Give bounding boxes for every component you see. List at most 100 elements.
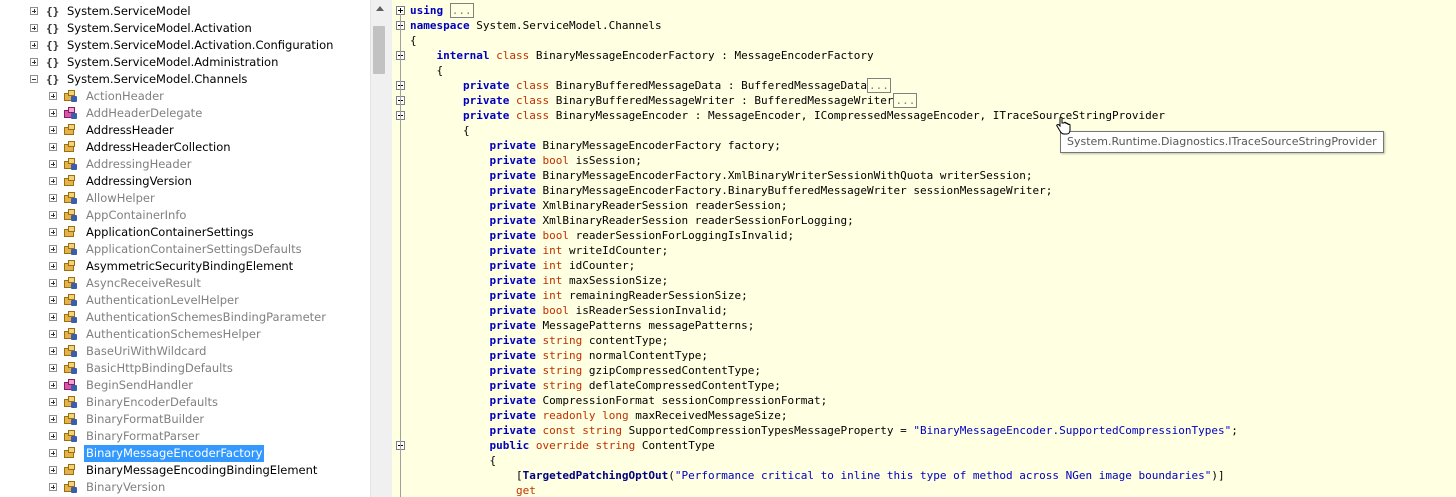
code-line[interactable]: private int idCounter; xyxy=(410,258,635,273)
expand-icon[interactable] xyxy=(49,194,57,202)
tree-namespace-item[interactable]: {} System.ServiceModel.Administration xyxy=(0,54,370,71)
code-line[interactable]: private bool readerSessionForLoggingIsIn… xyxy=(410,228,794,243)
expand-icon[interactable] xyxy=(30,58,38,66)
tree-class-item[interactable]: AppContainerInfo xyxy=(0,207,370,224)
code-line[interactable]: private const string SupportedCompressio… xyxy=(410,423,1237,438)
expand-icon[interactable] xyxy=(49,483,57,491)
expand-icon[interactable] xyxy=(49,211,57,219)
expand-icon[interactable] xyxy=(49,143,57,151)
expand-icon[interactable] xyxy=(30,41,38,49)
tree-class-item[interactable]: AuthenticationSchemesHelper xyxy=(0,326,370,343)
code-line[interactable]: private BinaryMessageEncoderFactory fact… xyxy=(410,138,780,153)
code-line[interactable]: private XmlBinaryReaderSession readerSes… xyxy=(410,198,787,213)
tree-namespace-item[interactable]: {} System.ServiceModel.Activation.Configu… xyxy=(0,37,370,54)
code-line[interactable]: private int remainingReaderSessionSize; xyxy=(410,288,747,303)
tree-class-item[interactable]: ApplicationContainerSettingsDefaults xyxy=(0,241,370,258)
tree-class-item[interactable]: BaseUriWithWildcard xyxy=(0,343,370,360)
code-line[interactable]: private readonly long maxReceivedMessage… xyxy=(410,408,787,423)
expand-icon[interactable] xyxy=(49,466,57,474)
expand-icon[interactable] xyxy=(49,245,57,253)
expand-icon[interactable] xyxy=(49,228,57,236)
scroll-thumb[interactable] xyxy=(373,26,385,74)
tree-class-item[interactable]: ActionHeader xyxy=(0,88,370,105)
expand-icon[interactable] xyxy=(49,92,57,100)
tree-class-item[interactable]: BeginSendHandler xyxy=(0,377,370,394)
expand-icon[interactable] xyxy=(49,279,57,287)
code-line[interactable]: get xyxy=(410,483,536,497)
expand-icon[interactable] xyxy=(49,126,57,134)
namespace-icon: {} xyxy=(46,5,60,18)
tree-vertical-scrollbar[interactable] xyxy=(370,0,388,497)
tree-class-item[interactable]: AuthenticationSchemesBindingParameter xyxy=(0,309,370,326)
expand-icon[interactable] xyxy=(49,398,57,406)
code-line[interactable]: internal class BinaryMessageEncoderFacto… xyxy=(410,48,874,63)
expand-icon[interactable] xyxy=(49,381,57,389)
expand-icon[interactable] xyxy=(49,177,57,185)
tree-class-item[interactable]: ApplicationContainerSettings xyxy=(0,224,370,241)
code-line[interactable]: private BinaryMessageEncoderFactory.XmlB… xyxy=(410,168,1032,183)
tree-class-item[interactable]: AddressHeader xyxy=(0,122,370,139)
expand-icon[interactable] xyxy=(49,415,57,423)
code-line[interactable]: private int writeIdCounter; xyxy=(410,243,668,258)
expand-icon[interactable] xyxy=(49,296,57,304)
code-line[interactable]: private class BinaryMessageEncoder : Mes… xyxy=(410,108,1165,123)
tree-class-item[interactable]: AuthenticationLevelHelper xyxy=(0,292,370,309)
tree-namespace-item[interactable]: {} System.ServiceModel.Activation xyxy=(0,20,370,37)
code-line[interactable]: private class BinaryBufferedMessageData … xyxy=(410,78,891,93)
code-line[interactable]: private string deflateCompressedContentT… xyxy=(410,378,780,393)
code-line[interactable]: private bool isSession; xyxy=(410,153,641,168)
tree-class-item[interactable]: AddHeaderDelegate xyxy=(0,105,370,122)
expand-icon[interactable] xyxy=(49,432,57,440)
tree-class-item[interactable]: BinaryMessageEncoderFactory xyxy=(0,445,370,462)
expand-icon[interactable] xyxy=(49,313,57,321)
tree-class-item[interactable]: BinaryFormatParser xyxy=(0,428,370,445)
code-line[interactable]: [TargetedPatchingOptOut("Performance cri… xyxy=(410,468,1225,483)
expand-icon[interactable] xyxy=(30,7,38,15)
tree-namespace-item[interactable]: {} System.ServiceModel.Channels xyxy=(0,71,370,88)
expand-icon[interactable] xyxy=(49,262,57,270)
code-line[interactable]: private bool isReaderSessionInvalid; xyxy=(410,303,727,318)
class-icon xyxy=(63,124,78,137)
expand-icon[interactable] xyxy=(49,330,57,338)
tree-class-item[interactable]: AddressingHeader xyxy=(0,156,370,173)
tree-class-item[interactable]: AllowHelper xyxy=(0,190,370,207)
code-line[interactable]: { xyxy=(410,453,496,468)
tree-class-item[interactable]: BinaryMessageEncodingBindingElement xyxy=(0,462,370,479)
expand-icon[interactable] xyxy=(49,449,57,457)
code-line[interactable]: namespace System.ServiceModel.Channels xyxy=(410,18,662,33)
class-icon xyxy=(63,464,78,477)
expand-icon[interactable] xyxy=(49,347,57,355)
code-line[interactable]: { xyxy=(410,123,470,138)
expand-icon[interactable] xyxy=(49,109,57,117)
code-line[interactable]: private string gzipCompressedContentType… xyxy=(410,363,761,378)
tree-class-item[interactable]: BinaryFormatBuilder xyxy=(0,411,370,428)
tree-class-item[interactable]: AsyncReceiveResult xyxy=(0,275,370,292)
tree-class-item[interactable]: AddressingVersion xyxy=(0,173,370,190)
tree-class-item[interactable]: AddressHeaderCollection xyxy=(0,139,370,156)
expand-icon[interactable] xyxy=(49,364,57,372)
tree-namespace-item[interactable]: {} System.ServiceModel xyxy=(0,3,370,20)
code-line[interactable]: public override string ContentType xyxy=(410,438,714,453)
code-view-panel[interactable]: using ... namespace System.ServiceModel.C… xyxy=(392,0,1456,497)
tree-item-label: BinaryMessageEncoderFactory xyxy=(84,445,265,462)
type-tree-panel[interactable]: {} System.ServiceModel {} System.ServiceMod… xyxy=(0,0,370,497)
tree-class-item[interactable]: BinaryVersion xyxy=(0,479,370,496)
code-line[interactable]: private CompressionFormat sessionCompres… xyxy=(410,393,827,408)
code-line[interactable]: { xyxy=(410,63,443,78)
code-line[interactable]: private string normalContentType; xyxy=(410,348,708,363)
collapse-icon[interactable] xyxy=(30,75,38,83)
code-line[interactable]: using ... xyxy=(410,3,474,18)
code-line[interactable]: private class BinaryBufferedMessageWrite… xyxy=(410,93,918,108)
code-line[interactable]: { xyxy=(410,33,417,48)
expand-icon[interactable] xyxy=(30,24,38,32)
code-line[interactable]: private string contentType; xyxy=(410,333,668,348)
tree-class-item[interactable]: BasicHttpBindingDefaults xyxy=(0,360,370,377)
tree-class-item[interactable]: BinaryEncoderDefaults xyxy=(0,394,370,411)
expand-icon[interactable] xyxy=(49,160,57,168)
tree-class-item[interactable]: AsymmetricSecurityBindingElement xyxy=(0,258,370,275)
code-line[interactable]: private XmlBinaryReaderSession readerSes… xyxy=(410,213,853,228)
code-line[interactable]: private int maxSessionSize; xyxy=(410,273,668,288)
code-line[interactable]: private BinaryMessageEncoderFactory.Bina… xyxy=(410,183,1052,198)
scroll-up-arrow-icon[interactable] xyxy=(371,0,388,17)
code-line[interactable]: private MessagePatterns messagePatterns; xyxy=(410,318,754,333)
